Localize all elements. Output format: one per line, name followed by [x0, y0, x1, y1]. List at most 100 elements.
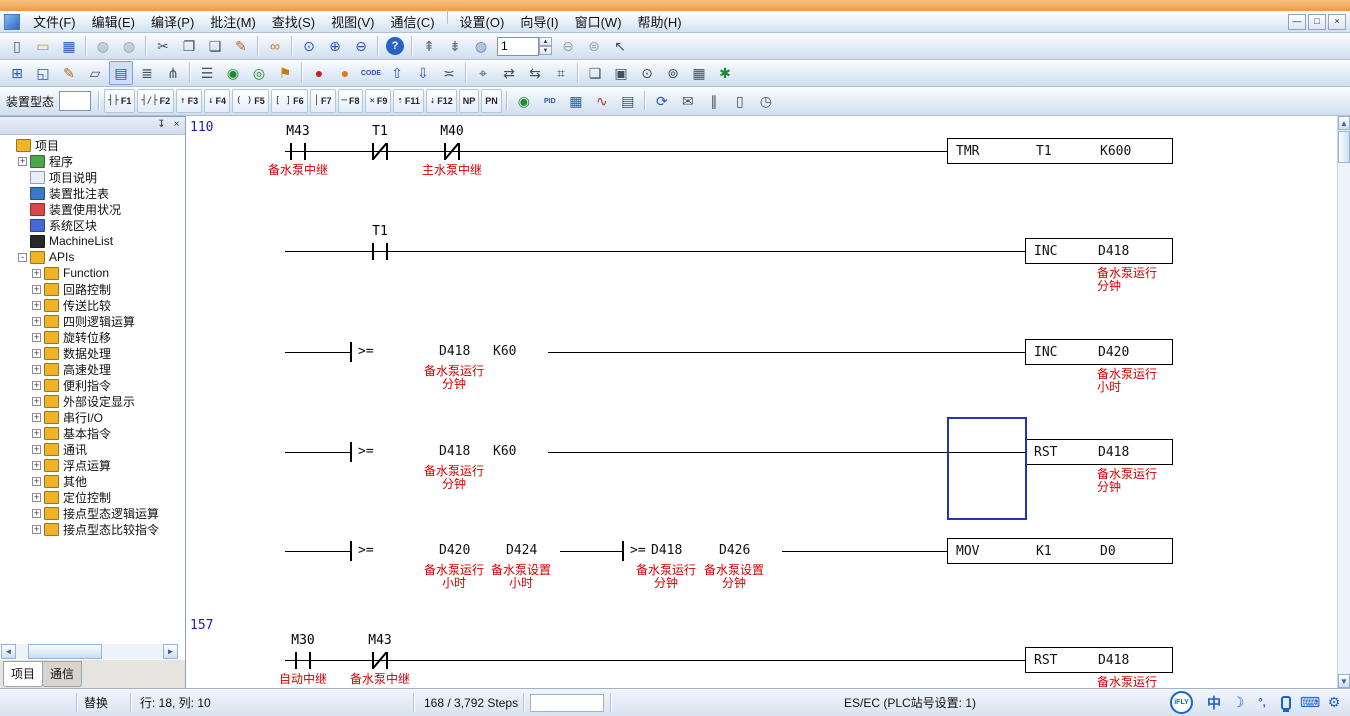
- menu-item-9[interactable]: 向导(I): [512, 10, 566, 33]
- tree-item[interactable]: +高速处理: [2, 361, 184, 377]
- pointer-icon[interactable]: ↖: [608, 34, 632, 58]
- instruction-box[interactable]: RSTD418: [1025, 647, 1173, 673]
- project-tree-hscrollbar[interactable]: ◄ ►: [1, 644, 178, 659]
- scroll-thumb[interactable]: [1338, 131, 1350, 163]
- zoom-spinner[interactable]: ▲▼: [539, 37, 552, 55]
- zoom-out-icon[interactable]: ⊖: [349, 34, 373, 58]
- tree-item[interactable]: +便利指令: [2, 377, 184, 393]
- tree-item[interactable]: 项目: [2, 137, 184, 153]
- workspace-icon[interactable]: ⊞: [5, 61, 29, 85]
- edge-rising-button[interactable]: ↑F3: [176, 89, 202, 113]
- scroll-left-arrow[interactable]: ◄: [1, 644, 16, 659]
- instruction-box[interactable]: INCD420: [1025, 339, 1173, 365]
- tree-item[interactable]: 装置使用状况: [2, 201, 184, 217]
- grid-icon[interactable]: ▦: [687, 61, 711, 85]
- tree-item[interactable]: +串行I/O: [2, 409, 184, 425]
- format-brush-icon[interactable]: ✎: [229, 34, 253, 58]
- ifly-logo[interactable]: iFLY: [1170, 691, 1193, 714]
- network-up-icon[interactable]: ⇞: [417, 34, 441, 58]
- upload-program-icon[interactable]: ⇧: [385, 61, 409, 85]
- open-folder-icon[interactable]: ▭: [31, 34, 55, 58]
- tree-item[interactable]: +Function: [2, 265, 184, 281]
- stopwatch-icon[interactable]: ◷: [754, 89, 778, 113]
- scroll-up-arrow[interactable]: ▲: [1338, 116, 1350, 130]
- options-icon[interactable]: ✱: [713, 61, 737, 85]
- verify-icon[interactable]: ≍: [437, 61, 461, 85]
- upload-from-plc-icon[interactable]: ◍: [117, 34, 141, 58]
- menu-item-4[interactable]: 批注(M): [202, 10, 264, 33]
- expand-icon[interactable]: +: [32, 301, 41, 310]
- menu-item-2[interactable]: 编辑(E): [84, 10, 143, 33]
- spinner-up-icon[interactable]: ▲: [539, 37, 552, 46]
- wizard-run-icon[interactable]: ◉: [512, 89, 536, 113]
- spinner-down-icon[interactable]: ▼: [539, 46, 552, 55]
- tree-item[interactable]: +回路控制: [2, 281, 184, 297]
- tree-item[interactable]: +定位控制: [2, 489, 184, 505]
- instruction-box[interactable]: RSTD418: [1025, 439, 1173, 465]
- tree-item[interactable]: +旋转位移: [2, 329, 184, 345]
- tree-item[interactable]: +程序: [2, 153, 184, 169]
- device-type-input[interactable]: [59, 91, 91, 111]
- expand-icon[interactable]: +: [32, 349, 41, 358]
- fullwidth-moon-icon[interactable]: ☽: [1228, 692, 1248, 713]
- monitor-edit-icon[interactable]: ◎: [247, 61, 271, 85]
- expand-icon[interactable]: +: [32, 397, 41, 406]
- expand-icon[interactable]: +: [18, 157, 27, 166]
- scroll-right-arrow[interactable]: ►: [163, 644, 178, 659]
- help-icon[interactable]: ?: [386, 37, 404, 55]
- search3-icon[interactable]: ⊚: [661, 61, 685, 85]
- new-file-icon[interactable]: ▯: [5, 34, 29, 58]
- expand-icon[interactable]: +: [32, 509, 41, 518]
- compare-contact-bracket[interactable]: [350, 342, 352, 362]
- pid-wizard-icon[interactable]: PID: [538, 89, 562, 113]
- minimize-button[interactable]: —: [1288, 14, 1306, 30]
- ladder-vscrollbar[interactable]: ▲ ▼: [1337, 116, 1350, 688]
- scroll-thumb[interactable]: [28, 644, 102, 659]
- link-icon[interactable]: ∞: [263, 34, 287, 58]
- compare-operand[interactable]: D424: [505, 543, 538, 558]
- tree-item[interactable]: +接点型态比较指令: [2, 521, 184, 537]
- compare-contact-bracket[interactable]: [350, 541, 352, 561]
- tree-item[interactable]: 项目说明: [2, 169, 184, 185]
- restore-button[interactable]: □: [1308, 14, 1326, 30]
- contact-bar[interactable]: [295, 652, 297, 669]
- tree-item[interactable]: +基本指令: [2, 425, 184, 441]
- menu-item-1[interactable]: 文件(F): [25, 10, 84, 33]
- download-program-icon[interactable]: ⇩: [411, 61, 435, 85]
- menu-item-8[interactable]: 设置(O): [452, 10, 513, 33]
- rising-pulse-button[interactable]: ⇡F11: [393, 89, 423, 113]
- expand-icon[interactable]: +: [32, 461, 41, 470]
- horizontal-line-button[interactable]: ─F8: [338, 89, 364, 113]
- zoom-reset-icon[interactable]: ⊜: [582, 34, 606, 58]
- edit-mode-icon[interactable]: ▱: [83, 61, 107, 85]
- trace-curve-icon[interactable]: ∿: [590, 89, 614, 113]
- cut-icon[interactable]: ✂: [151, 34, 175, 58]
- compare-operand[interactable]: D418: [438, 344, 471, 359]
- refresh-icon[interactable]: ⟳: [650, 89, 674, 113]
- close-panel-icon[interactable]: ×: [170, 119, 183, 132]
- contact-bar[interactable]: [386, 652, 388, 669]
- close-button[interactable]: ×: [1328, 14, 1346, 30]
- expand-icon[interactable]: +: [32, 525, 41, 534]
- contact-bar[interactable]: [372, 243, 374, 260]
- flag-icon[interactable]: ⚑: [273, 61, 297, 85]
- zoom-level-input[interactable]: [497, 37, 539, 56]
- replace-device-icon[interactable]: ⇄: [497, 61, 521, 85]
- memory-card-icon[interactable]: ▯: [728, 89, 752, 113]
- menu-item-3[interactable]: 编译(P): [143, 10, 202, 33]
- tab-通信[interactable]: 通信: [42, 661, 82, 687]
- contact-nc-button[interactable]: ┤/├F2: [137, 89, 174, 113]
- vertical-line-button[interactable]: │F7: [310, 89, 336, 113]
- menu-item-7[interactable]: 通信(C): [382, 10, 442, 33]
- tile-windows-icon[interactable]: ❏: [583, 61, 607, 85]
- tree-item[interactable]: -APIs: [2, 249, 184, 265]
- compare-operand[interactable]: D418: [438, 444, 471, 459]
- copy-icon[interactable]: ❐: [177, 34, 201, 58]
- pn-contact-button[interactable]: PN: [481, 89, 502, 113]
- tree-item[interactable]: +外部设定显示: [2, 393, 184, 409]
- zoom-in-icon[interactable]: ⊕: [323, 34, 347, 58]
- expand-icon[interactable]: +: [32, 477, 41, 486]
- contact-bar[interactable]: [309, 652, 311, 669]
- expand-icon[interactable]: +: [32, 269, 41, 278]
- expand-icon[interactable]: +: [32, 317, 41, 326]
